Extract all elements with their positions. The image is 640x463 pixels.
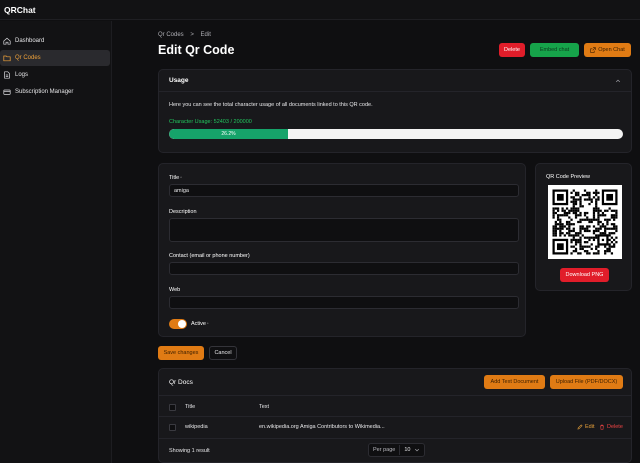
usage-title: Usage: [169, 77, 189, 84]
row-checkbox[interactable]: [169, 424, 176, 431]
select-all-checkbox[interactable]: [169, 404, 176, 411]
row-delete-button[interactable]: Delete: [599, 424, 623, 430]
open-chat-label: Open Chat: [598, 47, 625, 53]
usage-progress-bar: 26.2%: [169, 129, 623, 139]
title-label: Title*: [169, 175, 182, 181]
sidebar-item-logs[interactable]: Logs: [0, 67, 110, 83]
active-label: Active*: [191, 321, 209, 327]
sidebar-item-qr-codes[interactable]: Qr Codes: [0, 50, 110, 66]
web-input[interactable]: [169, 296, 519, 309]
chevron-down-icon: [415, 448, 420, 452]
column-header-title[interactable]: Title: [185, 404, 195, 410]
download-png-button[interactable]: Download PNG: [560, 268, 609, 282]
sidebar-item-subscription-manager[interactable]: Subscription Manager: [0, 84, 110, 100]
cancel-button[interactable]: Cancel: [209, 346, 237, 360]
page-title: Edit Qr Code: [158, 43, 235, 57]
per-page-label: Per page: [373, 447, 396, 453]
embed-chat-label: Embed chat: [539, 47, 570, 53]
row-title-cell: wikipedia: [185, 424, 208, 430]
app-title[interactable]: QRChat: [4, 5, 36, 15]
breadcrumb: Qr Codes > Edit: [158, 32, 216, 38]
row-text-cell: en.wikipedia.org Amiga Contributors to W…: [259, 424, 385, 430]
qr-preview-title: QR Code Preview: [546, 174, 591, 180]
credit-card-icon: [3, 88, 11, 96]
sidebar: Dashboard Qr Codes Logs Subscription Man…: [0, 21, 112, 463]
folder-icon: [3, 54, 11, 62]
top-bar: QRChat: [0, 0, 640, 20]
qr-docs-title: Qr Docs: [169, 379, 193, 386]
usage-description: Here you can see the total character usa…: [169, 102, 373, 108]
external-link-icon: [590, 47, 596, 53]
qr-code-image: [548, 185, 622, 259]
description-textarea[interactable]: [169, 218, 519, 242]
trash-icon: [600, 424, 604, 430]
breadcrumb-link-qr-codes[interactable]: Qr Codes: [158, 32, 184, 38]
divider: [159, 416, 631, 417]
sidebar-item-label: Subscription Manager: [15, 89, 74, 95]
home-icon: [3, 37, 11, 45]
per-page-select[interactable]: Per page 10: [368, 443, 425, 457]
pencil-icon: [577, 424, 583, 430]
character-usage-label: Character Usage: 52403 / 200000: [169, 119, 252, 125]
per-page-value: 10: [404, 447, 411, 453]
sidebar-item-label: Dashboard: [15, 38, 45, 44]
row-edit-button[interactable]: Edit: [577, 424, 594, 430]
sidebar-item-dashboard[interactable]: Dashboard: [0, 33, 110, 49]
qr-preview-card: QR Code Preview Download PNG: [535, 163, 632, 291]
usage-header[interactable]: Usage: [159, 70, 631, 92]
usage-card: Usage Here you can see the total charact…: [158, 69, 632, 153]
column-header-text[interactable]: Text: [259, 404, 269, 410]
active-toggle[interactable]: [169, 319, 187, 329]
qr-docs-card: Qr Docs Add Text Document Upload File (P…: [158, 368, 632, 463]
divider: [159, 395, 631, 396]
toggle-knob: [178, 320, 186, 328]
usage-progress-label: 26.2%: [221, 131, 236, 137]
description-label: Description: [169, 209, 197, 215]
chevron-up-icon[interactable]: [615, 78, 621, 84]
sidebar-item-label: Logs: [15, 72, 29, 78]
upload-file-button[interactable]: Upload File (PDF/DOCX): [550, 375, 623, 389]
delete-button[interactable]: Delete: [499, 43, 525, 57]
save-changes-button[interactable]: Save changes: [158, 346, 204, 360]
open-chat-button[interactable]: Open Chat: [584, 43, 631, 57]
showing-results-text: Showing 1 result: [169, 448, 210, 454]
breadcrumb-current: Edit: [200, 32, 211, 38]
breadcrumb-separator: >: [190, 32, 194, 38]
title-input[interactable]: amiga: [169, 184, 519, 197]
divider: [159, 438, 631, 439]
web-label: Web: [169, 287, 181, 293]
sidebar-item-label: Qr Codes: [15, 55, 41, 61]
add-text-document-button[interactable]: Add Text Document: [484, 375, 545, 389]
contact-input[interactable]: [169, 262, 519, 275]
qr-form-card: Title* amiga Description Contact (email …: [158, 163, 526, 337]
contact-label: Contact (email or phone number): [169, 253, 250, 259]
document-icon: [3, 71, 11, 79]
embed-chat-button[interactable]: Embed chat: [530, 43, 579, 57]
